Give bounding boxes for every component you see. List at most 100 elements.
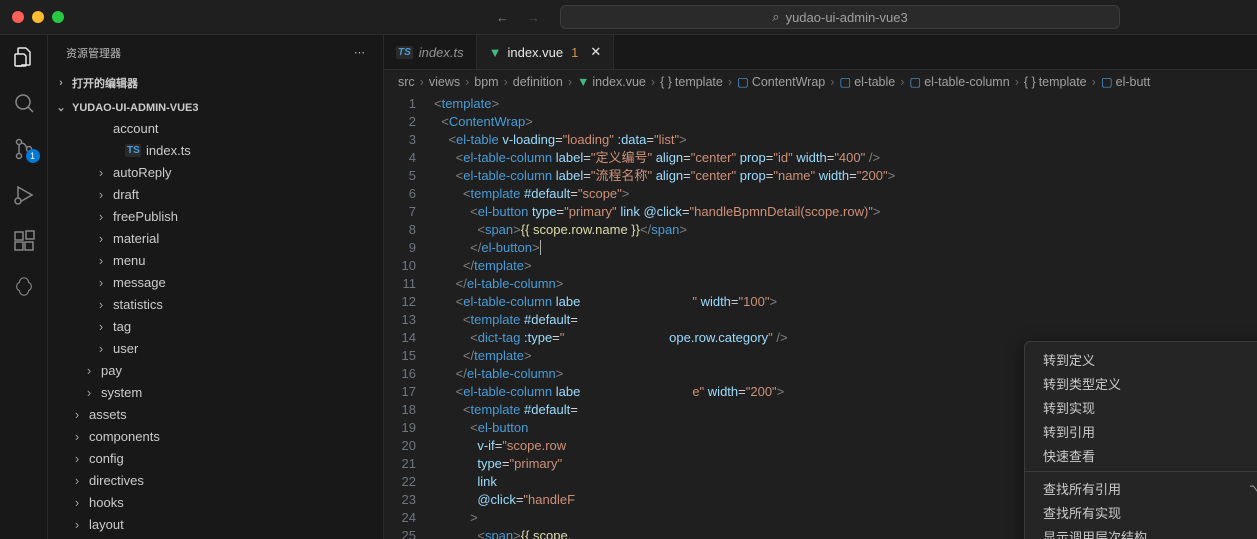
tree-item[interactable]: ›autoReply — [56, 161, 383, 183]
close-window-button[interactable] — [12, 11, 24, 23]
tree-item-label: freePublish — [113, 209, 178, 224]
menu-separator — [1025, 471, 1257, 472]
context-menu-item[interactable]: 转到实现⌘F12 — [1025, 395, 1257, 419]
code-line[interactable]: <span>{{ scope.row.name }}</span> — [434, 221, 1257, 239]
tree-item[interactable]: ›components — [56, 425, 383, 447]
code-line[interactable]: <el-table-column label="流程名称" align="cen… — [434, 167, 1257, 185]
chevron-icon: › — [70, 429, 84, 444]
code-line[interactable]: <template #default= — [434, 311, 1257, 329]
context-menu-item[interactable]: 转到类型定义 — [1025, 371, 1257, 395]
tree-item-label: menu — [113, 253, 146, 268]
nav-back-icon[interactable]: ← — [496, 10, 509, 25]
search-text: yudao-ui-admin-vue3 — [786, 10, 908, 25]
breadcrumb[interactable]: src›views›bpm›definition›▼ index.vue›{ }… — [384, 70, 1257, 93]
line-number: 14 — [384, 329, 416, 347]
code-line[interactable]: <el-table v-loading="loading" :data="lis… — [434, 131, 1257, 149]
tree-item[interactable]: ›locales — [56, 535, 383, 539]
command-center[interactable]: ⌕ yudao-ui-admin-vue3 — [560, 5, 1120, 29]
line-number: 18 — [384, 401, 416, 419]
ts-file-icon: TS — [125, 144, 141, 157]
code-line[interactable]: <ContentWrap> — [434, 113, 1257, 131]
breadcrumb-segment[interactable]: src — [398, 75, 415, 89]
context-menu-item[interactable]: 显示调用层次结构⌥⇧ H — [1025, 524, 1257, 539]
code-line[interactable]: <el-table-column label="定义编号" align="cen… — [434, 149, 1257, 167]
sidebar-more-icon[interactable]: ⋯ — [354, 46, 365, 59]
tree-item[interactable]: ›pay — [56, 359, 383, 381]
line-number: 10 — [384, 257, 416, 275]
breadcrumb-segment[interactable]: el-butt — [1116, 75, 1151, 89]
context-menu-item[interactable]: 快速查看› — [1025, 443, 1257, 467]
context-menu-item[interactable]: 转到引用⇧F12 — [1025, 419, 1257, 443]
braces-icon: { } — [660, 75, 672, 89]
breadcrumb-segment[interactable]: template — [675, 75, 723, 89]
tree-item[interactable]: ›freePublish — [56, 205, 383, 227]
tree-item[interactable]: ›menu — [56, 249, 383, 271]
editor-tab[interactable]: ▼index.vue1✕ — [477, 35, 615, 69]
breadcrumb-segment[interactable]: bpm — [474, 75, 498, 89]
minimize-window-button[interactable] — [32, 11, 44, 23]
breadcrumb-separator-icon: › — [1015, 75, 1019, 89]
ts-file-icon: TS — [396, 46, 413, 59]
nav-forward-icon[interactable]: → — [527, 10, 540, 25]
tree-item[interactable]: ›layout — [56, 513, 383, 535]
code-line[interactable]: <el-table-column labe " width="100"> — [434, 293, 1257, 311]
editor-tab[interactable]: TSindex.ts — [384, 35, 477, 69]
tree-item[interactable]: ›assets — [56, 403, 383, 425]
tree-item[interactable]: account — [56, 117, 383, 139]
chevron-icon: › — [94, 165, 108, 180]
breadcrumb-segment[interactable]: template — [1039, 75, 1087, 89]
source-control-icon[interactable]: 1 — [12, 137, 36, 161]
tree-item[interactable]: ›material — [56, 227, 383, 249]
close-tab-icon[interactable]: ✕ — [590, 44, 601, 60]
code-line[interactable]: </template> — [434, 257, 1257, 275]
tree-item[interactable]: ›draft — [56, 183, 383, 205]
tree-item-label: tag — [113, 319, 131, 334]
chevron-icon: › — [94, 341, 108, 356]
line-number: 1 — [384, 95, 416, 113]
project-section[interactable]: ⌄ YUDAO-UI-ADMIN-VUE3 — [48, 98, 383, 117]
chevron-icon: › — [70, 473, 84, 488]
chevron-icon: › — [94, 275, 108, 290]
editor-area: TSindex.ts▼index.vue1✕ src›views›bpm›def… — [384, 35, 1257, 539]
line-number: 4 — [384, 149, 416, 167]
breadcrumb-segment[interactable]: el-table-column — [924, 75, 1009, 89]
menu-item-label: 查找所有实现 — [1043, 503, 1121, 522]
tree-item-label: index.ts — [146, 143, 191, 158]
breadcrumb-segment[interactable]: index.vue — [592, 75, 646, 89]
breadcrumb-segment[interactable]: views — [429, 75, 460, 89]
breadcrumb-segment[interactable]: el-table — [854, 75, 895, 89]
search-activity-icon[interactable] — [12, 91, 36, 115]
breadcrumb-separator-icon: › — [830, 75, 834, 89]
chatgpt-icon[interactable] — [12, 275, 36, 299]
code-line[interactable]: </el-button> — [434, 239, 1257, 257]
chevron-icon: › — [82, 385, 96, 400]
code-line[interactable]: <template #default="scope"> — [434, 185, 1257, 203]
sidebar: 资源管理器 ⋯ › 打开的编辑器 ⌄ YUDAO-UI-ADMIN-VUE3 a… — [48, 35, 384, 539]
tree-item[interactable]: ›config — [56, 447, 383, 469]
tree-item[interactable]: ›message — [56, 271, 383, 293]
tree-item[interactable]: ›hooks — [56, 491, 383, 513]
line-number: 21 — [384, 455, 416, 473]
tree-item[interactable]: ›system — [56, 381, 383, 403]
context-menu-item[interactable]: 查找所有实现 — [1025, 500, 1257, 524]
code-line[interactable]: </el-table-column> — [434, 275, 1257, 293]
open-editors-section[interactable]: › 打开的编辑器 — [48, 72, 383, 94]
breadcrumb-segment[interactable]: definition — [513, 75, 563, 89]
tree-item[interactable]: ›statistics — [56, 293, 383, 315]
code-line[interactable]: <template> — [434, 95, 1257, 113]
extensions-icon[interactable] — [12, 229, 36, 253]
breadcrumb-segment[interactable]: ContentWrap — [752, 75, 825, 89]
maximize-window-button[interactable] — [52, 11, 64, 23]
context-menu-item[interactable]: 转到定义F12 — [1025, 347, 1257, 371]
tree-item[interactable]: ›user — [56, 337, 383, 359]
line-number: 12 — [384, 293, 416, 311]
context-menu-item[interactable]: 查找所有引用⌥⇧F12 — [1025, 476, 1257, 500]
code-line[interactable]: <el-button type="primary" link @click="h… — [434, 203, 1257, 221]
tree-item[interactable]: ›directives — [56, 469, 383, 491]
line-number: 11 — [384, 275, 416, 293]
tree-item[interactable]: ›tag — [56, 315, 383, 337]
explorer-icon[interactable] — [12, 45, 36, 69]
tree-item[interactable]: TS index.ts — [56, 139, 383, 161]
run-debug-icon[interactable] — [12, 183, 36, 207]
braces-icon: { } — [1024, 75, 1036, 89]
